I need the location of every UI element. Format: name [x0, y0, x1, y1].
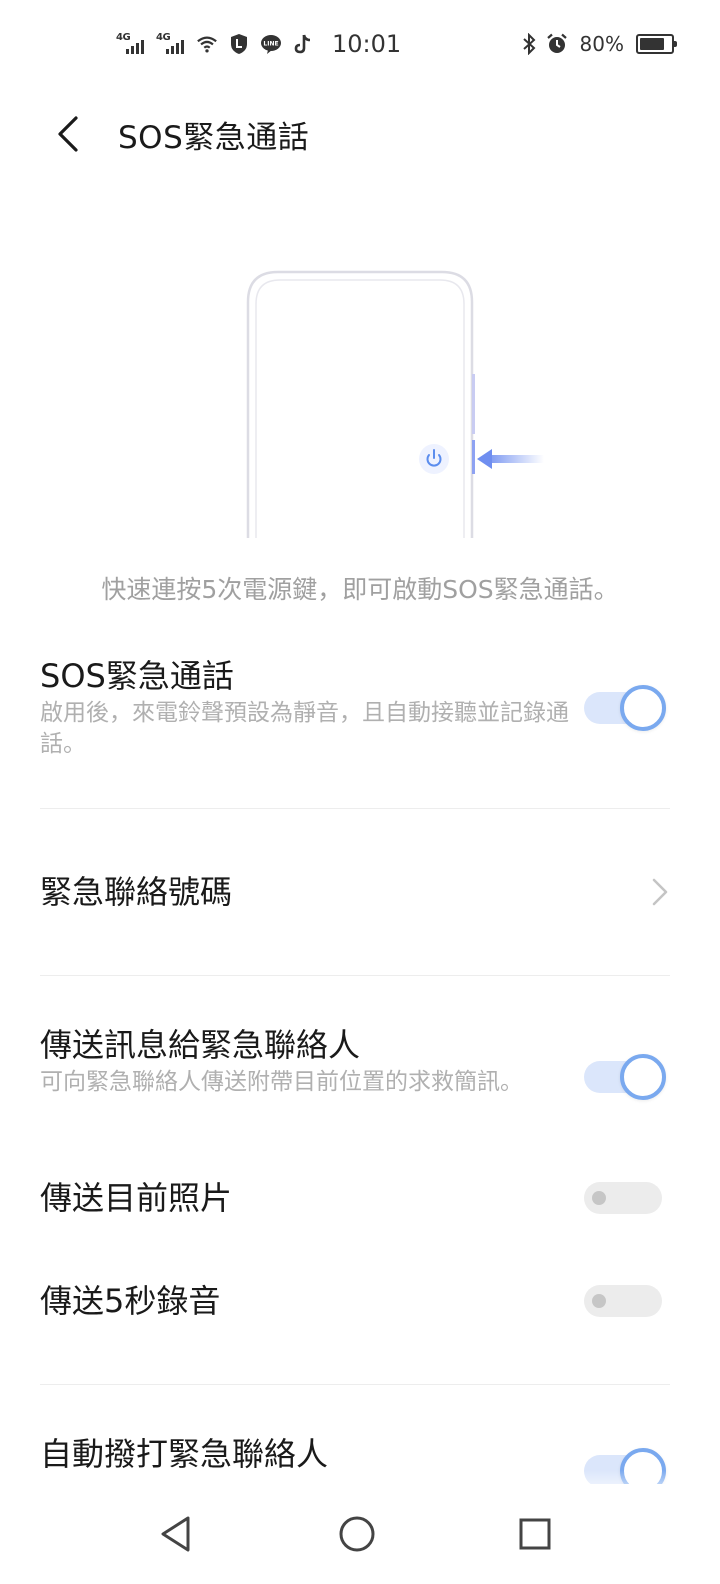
back-triangle-icon [161, 1516, 190, 1552]
sos-hint-text: 快速連按5次電源鍵，即可啟動SOS緊急通話。 [101, 575, 619, 604]
wifi-icon [196, 33, 218, 55]
nav-back-button[interactable] [146, 1504, 206, 1564]
chevron-left-icon [58, 116, 78, 152]
toggle-knob [592, 1294, 606, 1308]
send-photo-toggle[interactable] [584, 1182, 662, 1214]
toggle-knob [592, 1191, 606, 1205]
signal-icon: 4G [156, 32, 186, 56]
arrow-left-icon [477, 449, 544, 469]
line-app-icon: LINE [260, 33, 282, 55]
battery-fill [640, 38, 664, 50]
status-bar: 4G 4G LINE 10:01 80% [0, 0, 720, 88]
setting-auto-dial[interactable]: 自動撥打緊急聯絡人 [40, 1434, 670, 1474]
clock: 10:01 [332, 30, 402, 58]
status-bar-right: 80% [518, 26, 677, 62]
setting-title: 傳送5秒錄音 [40, 1282, 221, 1320]
signal-label: 4G [156, 32, 171, 43]
toggle-knob [620, 1054, 666, 1100]
page-title: SOS緊急通話 [118, 120, 310, 156]
battery-icon [636, 34, 677, 54]
status-bar-left: 4G 4G LINE 10:01 [116, 26, 401, 62]
setting-send-photo[interactable]: 傳送目前照片 [40, 1178, 670, 1218]
setting-description: 啟用後，來電鈴聲預設為靜音，且自動接聽並記錄通話。 [40, 700, 569, 757]
recents-square-icon [519, 1518, 551, 1550]
svg-text:LINE: LINE [263, 41, 278, 48]
chevron-right-icon [652, 878, 668, 906]
setting-title: 緊急聯絡號碼 [40, 873, 233, 911]
nav-recents-button[interactable] [505, 1504, 565, 1564]
setting-title: 傳送目前照片 [40, 1179, 233, 1217]
navigation-bar [0, 1484, 720, 1584]
divider [40, 1384, 670, 1385]
setting-send-message[interactable]: 傳送訊息給緊急聯絡人 可向緊急聯絡人傳送附帶目前位置的求救簡訊。 [40, 1025, 670, 1098]
home-circle-icon [339, 1516, 375, 1552]
send-message-toggle[interactable] [584, 1054, 666, 1100]
setting-send-audio[interactable]: 傳送5秒錄音 [40, 1281, 670, 1321]
tiktok-icon [292, 33, 314, 55]
setting-emergency-contacts[interactable]: 緊急聯絡號碼 [40, 872, 670, 912]
signal-label: 4G [116, 32, 131, 43]
sos-call-toggle[interactable] [584, 685, 666, 731]
battery-percent: 80% [579, 32, 624, 56]
bluetooth-icon [518, 33, 540, 55]
toggle-knob [620, 685, 666, 731]
divider [40, 808, 670, 809]
send-audio-toggle[interactable] [584, 1285, 662, 1317]
setting-title: 傳送訊息給緊急聯絡人 [40, 1026, 361, 1064]
signal-icon: 4G [116, 32, 146, 56]
shield-app-icon [228, 33, 250, 55]
setting-description: 可向緊急聯絡人傳送附帶目前位置的求救簡訊。 [40, 1069, 523, 1095]
nav-home-button[interactable] [327, 1504, 387, 1564]
setting-sos-call[interactable]: SOS緊急通話 啟用後，來電鈴聲預設為靜音，且自動接聽並記錄通話。 [40, 656, 670, 760]
header: SOS緊急通話 [0, 88, 720, 180]
setting-title: 自動撥打緊急聯絡人 [40, 1435, 329, 1473]
setting-title: SOS緊急通話 [40, 657, 234, 695]
power-icon [419, 444, 449, 474]
alarm-icon [546, 33, 568, 55]
divider [40, 975, 670, 976]
sos-illustration [0, 260, 720, 540]
phone-outline-icon [246, 270, 475, 538]
back-button[interactable] [40, 106, 96, 162]
